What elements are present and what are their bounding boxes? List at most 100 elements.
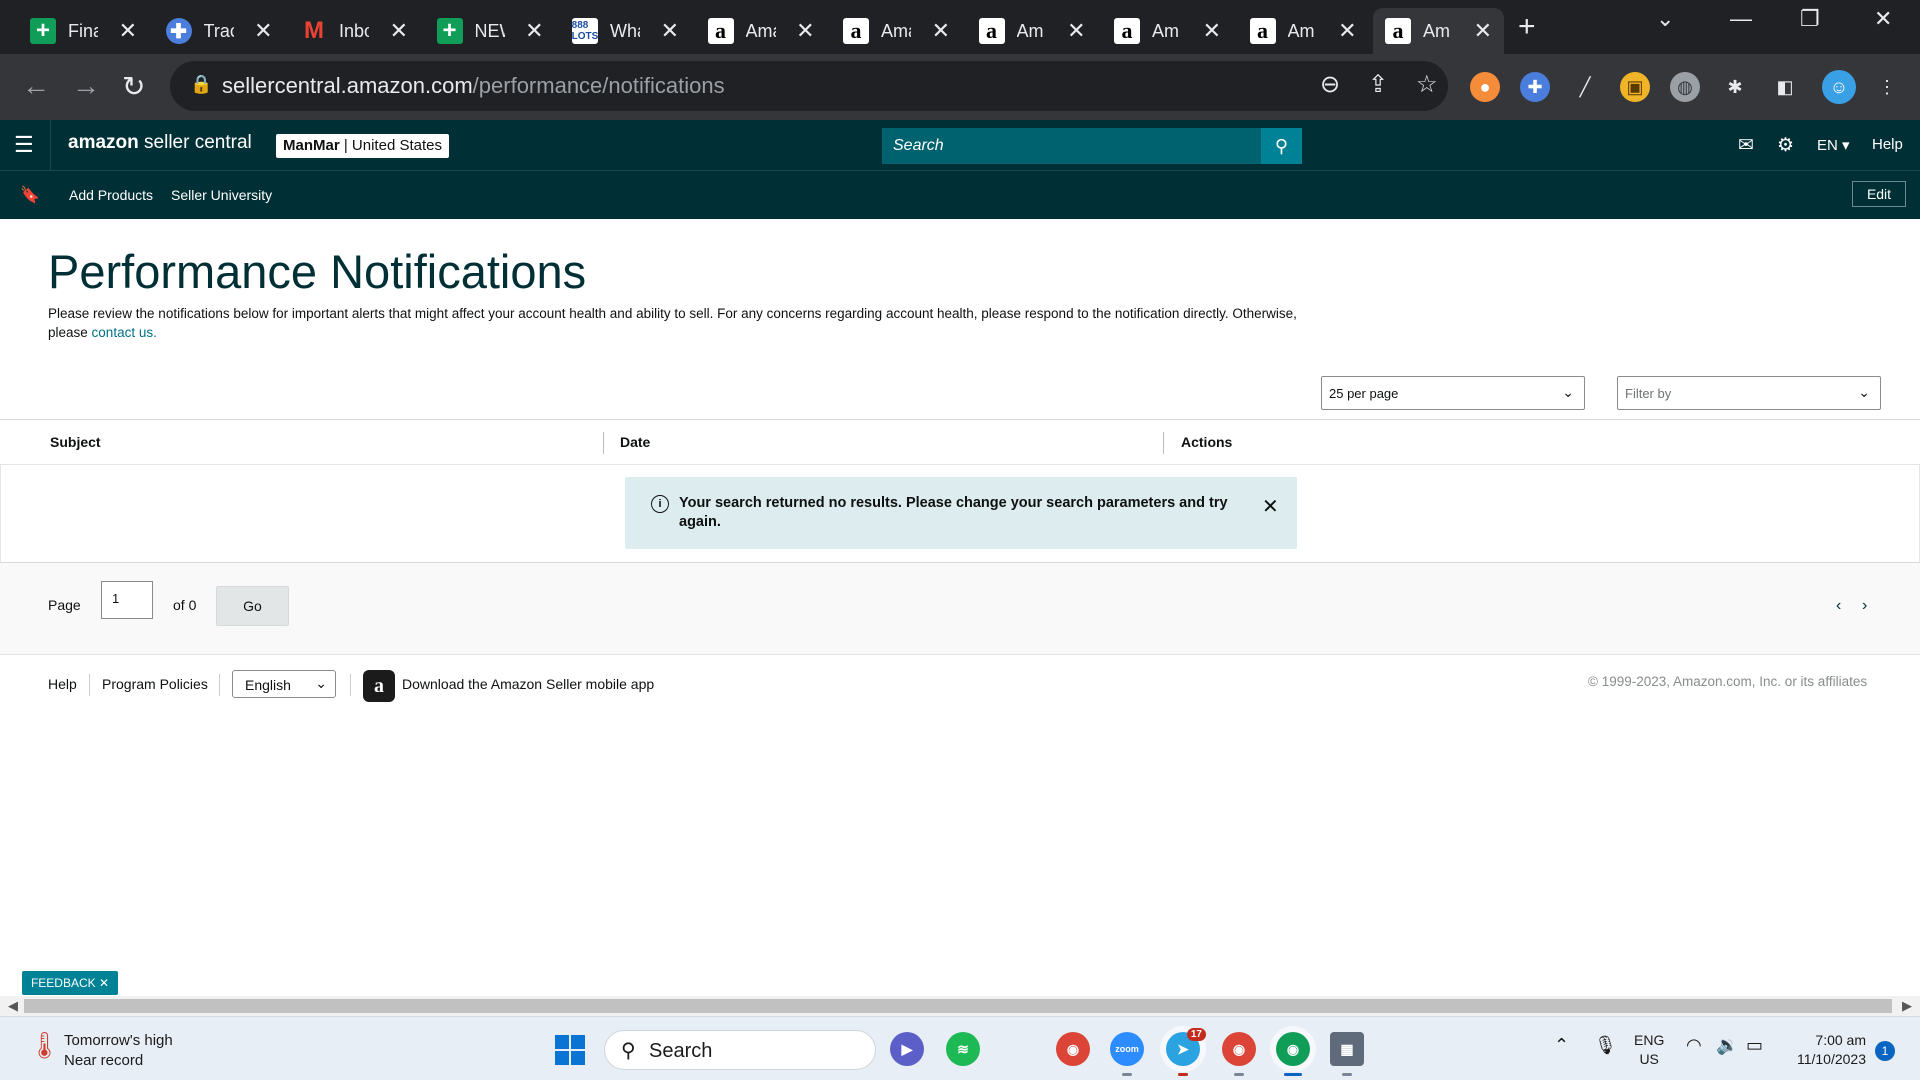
search-button[interactable]: ⚲ <box>1261 128 1302 164</box>
browser-tab[interactable]: a Am ✕ <box>1373 8 1504 54</box>
teams-meet-icon[interactable]: ▶ <box>890 1032 924 1066</box>
search-input[interactable]: Search <box>882 128 1262 164</box>
close-tab-icon[interactable]: ✕ <box>1203 18 1221 44</box>
close-tab-icon[interactable]: ✕ <box>932 18 950 44</box>
hamburger-menu-icon[interactable]: ☰ <box>14 132 34 158</box>
close-tab-icon[interactable]: ✕ <box>1338 18 1356 44</box>
close-tab-icon[interactable]: ✕ <box>119 18 137 44</box>
tray-overflow-icon[interactable]: ⌃ <box>1554 1035 1569 1056</box>
column-subject[interactable]: Subject <box>50 434 101 450</box>
extension-honey-icon[interactable]: ▣ <box>1620 72 1650 102</box>
close-tab-icon[interactable]: ✕ <box>390 18 408 44</box>
zoom-icon[interactable]: ⊖ <box>1320 70 1340 99</box>
share-icon[interactable]: ⇪ <box>1368 70 1388 99</box>
battery-icon[interactable]: ▭ <box>1746 1035 1763 1056</box>
extension-firefox-like-icon[interactable]: ● <box>1470 72 1500 102</box>
windows-start-icon[interactable] <box>555 1035 585 1065</box>
feedback-button[interactable]: FEEDBACK ✕ <box>22 971 118 995</box>
scrollbar-thumb[interactable] <box>24 999 1892 1013</box>
scroll-left-icon[interactable]: ◀ <box>8 998 18 1014</box>
close-tab-icon[interactable]: ✕ <box>254 18 272 44</box>
close-tab-icon[interactable]: ✕ <box>661 18 679 44</box>
close-window-icon[interactable]: ✕ <box>1874 6 1892 32</box>
browser-tab-title: Am <box>1016 20 1044 41</box>
close-tab-icon[interactable]: ✕ <box>1474 18 1492 44</box>
calculator-icon[interactable]: ▦ <box>1330 1032 1364 1076</box>
bookmark-icon[interactable]: 🔖 <box>20 185 40 205</box>
zoom-icon[interactable]: zoom <box>1110 1032 1144 1076</box>
telegram-icon[interactable]: ➤ 17 <box>1166 1028 1206 1076</box>
amazon-seller-app-icon[interactable]: a <box>363 670 395 702</box>
minimize-icon[interactable]: — <box>1730 6 1752 32</box>
browser-tab[interactable]: a Am ✕ <box>1238 8 1369 54</box>
page-number-input[interactable]: 1 <box>101 581 153 619</box>
taskbar-search[interactable]: ⚲ Search <box>604 1030 876 1070</box>
browser-tab[interactable]: a Ama ✕ <box>831 8 962 54</box>
settings-gear-icon[interactable]: ⚙ <box>1777 134 1794 157</box>
browser-tab[interactable]: a Am ✕ <box>1102 8 1233 54</box>
tab-search-chevron-icon[interactable]: ⌄ <box>1656 6 1674 32</box>
bookmark-add-products[interactable]: Add Products <box>69 187 153 203</box>
volume-icon[interactable]: 🔉 <box>1716 1035 1738 1056</box>
footer-language-select[interactable]: English ⌄ <box>232 670 336 698</box>
page-description: Please review the notifications below fo… <box>48 304 1328 342</box>
input-language[interactable]: ENG US <box>1634 1031 1664 1069</box>
browser-tab[interactable]: + NEW ✕ <box>425 8 556 54</box>
new-tab-icon[interactable]: + <box>1518 10 1536 44</box>
footer-program-policies-link[interactable]: Program Policies <box>102 676 208 692</box>
extension-globe-icon[interactable]: ◍ <box>1670 72 1700 102</box>
profile-avatar-icon[interactable]: ☺ <box>1822 70 1856 104</box>
contact-us-link[interactable]: contact us. <box>92 325 157 340</box>
chrome-icon[interactable]: ◉ <box>1056 1032 1090 1066</box>
seller-central-logo[interactable]: amazon seller central <box>68 132 252 154</box>
wifi-icon[interactable]: ◠ <box>1686 1035 1702 1056</box>
bookmark-star-icon[interactable]: ☆ <box>1416 70 1438 99</box>
horizontal-scrollbar[interactable]: ◀ ▶ <box>0 996 1920 1016</box>
account-switcher[interactable]: ManMar | United States <box>276 134 449 158</box>
next-page-icon[interactable]: › <box>1862 597 1867 615</box>
browser-tab[interactable]: + Fina ✕ <box>18 8 149 54</box>
chrome-active-icon[interactable]: ◉ <box>1276 1032 1310 1076</box>
browser-tab[interactable]: a Ama ✕ <box>696 8 827 54</box>
column-date[interactable]: Date <box>620 434 650 450</box>
column-actions[interactable]: Actions <box>1181 434 1232 450</box>
extension-tracker-icon[interactable]: ✚ <box>1520 72 1550 102</box>
filter-select[interactable]: Filter by ⌄ <box>1617 376 1881 410</box>
close-tab-icon[interactable]: ✕ <box>1067 18 1085 44</box>
restore-icon[interactable]: ❐ <box>1800 6 1820 32</box>
browser-menu-icon[interactable]: ⋮ <box>1872 72 1902 102</box>
extensions-puzzle-icon[interactable]: ✱ <box>1720 72 1750 102</box>
per-page-select[interactable]: 25 per page ⌄ <box>1321 376 1585 410</box>
close-tab-icon[interactable]: ✕ <box>525 18 543 44</box>
previous-page-icon[interactable]: ‹ <box>1836 597 1841 615</box>
close-tab-icon[interactable]: ✕ <box>796 18 814 44</box>
spotify-icon[interactable]: ≋ <box>946 1032 980 1066</box>
extension-pen-icon[interactable]: ╱ <box>1570 72 1600 102</box>
lock-icon[interactable]: 🔒 <box>190 74 212 95</box>
back-icon[interactable]: ← <box>22 70 50 102</box>
address-bar[interactable]: 🔒 sellercentral.amazon.com/performance/n… <box>170 61 1448 111</box>
browser-tab[interactable]: M Inbo ✕ <box>289 8 420 54</box>
url-text[interactable]: sellercentral.amazon.com/performance/not… <box>222 73 725 99</box>
amazon-icon: a <box>978 18 1005 44</box>
go-button[interactable]: Go <box>216 586 289 626</box>
download-app-link[interactable]: Download the Amazon Seller mobile app <box>402 676 654 692</box>
help-link[interactable]: Help <box>1872 136 1903 153</box>
forward-icon[interactable]: → <box>72 70 100 102</box>
language-selector[interactable]: EN ▾ <box>1817 136 1850 154</box>
close-icon[interactable]: ✕ <box>1262 494 1279 519</box>
browser-tab[interactable]: ✚ Trac ✕ <box>154 8 285 54</box>
browser-tab[interactable]: a Am ✕ <box>967 8 1098 54</box>
browser-tab[interactable]: 888 LOTS Wha ✕ <box>560 8 691 54</box>
edit-bookmarks-button[interactable]: Edit <box>1852 181 1906 207</box>
taskbar-clock[interactable]: 7:00 am 11/10/2023 <box>1788 1031 1866 1069</box>
footer-help-link[interactable]: Help <box>48 676 77 692</box>
chrome-profile-icon[interactable]: ◉ <box>1222 1032 1256 1076</box>
bookmark-seller-university[interactable]: Seller University <box>171 187 272 203</box>
reload-icon[interactable]: ↻ <box>122 70 145 103</box>
side-panel-icon[interactable]: ◧ <box>1770 72 1800 102</box>
microphone-icon[interactable]: 🎙 <box>1594 1035 1617 1056</box>
scroll-right-icon[interactable]: ▶ <box>1902 998 1912 1014</box>
messages-icon[interactable]: ✉ <box>1738 134 1754 157</box>
notification-count[interactable]: 1 <box>1875 1041 1895 1061</box>
